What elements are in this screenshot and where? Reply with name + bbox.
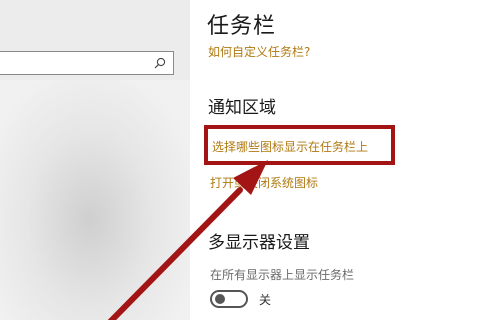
multi-display-heading: 多显示器设置 xyxy=(208,233,310,253)
settings-sidebar xyxy=(0,0,190,320)
show-taskbar-all-displays-toggle[interactable] xyxy=(210,290,248,308)
search-input[interactable] xyxy=(0,51,174,75)
system-icons-link[interactable]: 打开或关闭系统图标 xyxy=(210,174,318,191)
toggle-state-label: 关 xyxy=(259,293,272,307)
search-icon[interactable] xyxy=(153,56,167,70)
show-taskbar-all-displays-label: 在所有显示器上显示任务栏 xyxy=(210,268,355,282)
highlight-box xyxy=(204,125,395,165)
notification-area-heading: 通知区域 xyxy=(208,98,276,118)
clipped-nav-text xyxy=(0,226,4,236)
page-title: 任务栏 xyxy=(207,14,277,39)
toggle-knob xyxy=(215,294,225,304)
help-link[interactable]: 如何自定义任务栏? xyxy=(208,43,310,60)
